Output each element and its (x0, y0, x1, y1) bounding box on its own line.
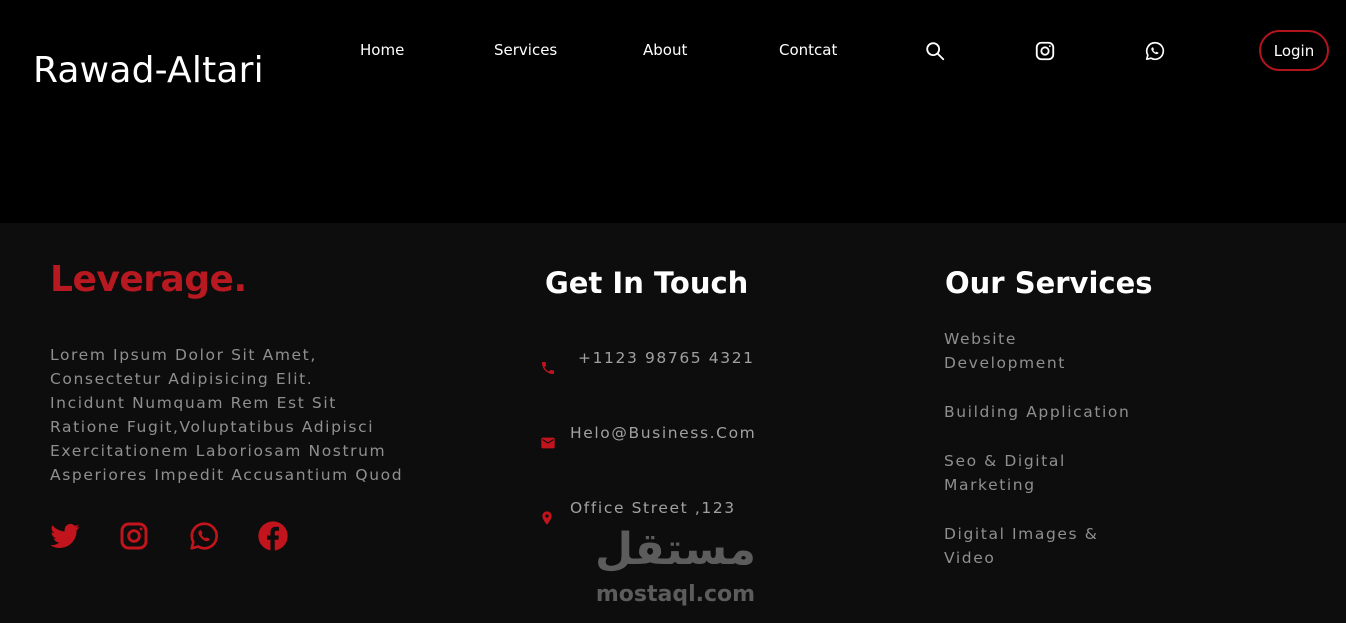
service-line: Building Application (944, 403, 1131, 421)
twitter-icon[interactable] (49, 520, 81, 552)
nav-about-link[interactable]: About (643, 41, 687, 59)
contact-title: Get In Touch (545, 266, 749, 300)
whatsapp-icon[interactable] (1144, 40, 1166, 62)
about-line: Incidunt Numquam Rem Est Sit (50, 394, 337, 412)
nav-contact-link[interactable]: Contcat (779, 41, 837, 59)
service-link-building-application[interactable]: Building Application (944, 400, 1154, 424)
whatsapp-icon[interactable] (188, 520, 220, 552)
about-line: Lorem Ipsum Dolor Sit Amet, (50, 346, 317, 364)
about-line: Exercitationem Laboriosam Nostrum (50, 442, 387, 460)
nav-services-link[interactable]: Services (494, 41, 557, 59)
service-line: Video (944, 549, 996, 567)
service-link-digital-images-video[interactable]: Digital Images & Video (944, 522, 1154, 570)
mostaql-watermark: مستقل mostaql.com (588, 525, 763, 613)
service-link-website-development[interactable]: Website Development (944, 327, 1154, 375)
service-line: Development (944, 354, 1066, 372)
mail-icon (540, 435, 556, 451)
contact-email[interactable]: Helo@Business.Com (570, 424, 756, 442)
facebook-icon[interactable] (257, 520, 289, 552)
service-line: Digital Images & (944, 525, 1099, 543)
service-line: Marketing (944, 476, 1036, 494)
phone-icon (540, 360, 556, 376)
about-line: Ratione Fugit,Voluptatibus Adipisci (50, 418, 375, 436)
footer-logo: Leverage. (50, 259, 247, 300)
login-button[interactable]: Login (1259, 30, 1329, 71)
service-line: Seo & Digital (944, 452, 1066, 470)
watermark-latin-text: mostaql.com (595, 582, 756, 607)
location-pin-icon (539, 510, 555, 526)
brand-name[interactable]: Rawad-Altari (33, 50, 264, 91)
nav-home-link[interactable]: Home (360, 41, 404, 59)
contact-address: Office Street ,123 (570, 499, 736, 517)
instagram-icon[interactable] (118, 520, 150, 552)
services-title: Our Services (945, 266, 1153, 300)
about-line: Asperiores Impedit Accusantium Quod (50, 466, 404, 484)
watermark-arabic-text: مستقل (595, 524, 756, 575)
search-icon[interactable] (924, 40, 946, 62)
service-line: Website (944, 330, 1017, 348)
service-link-seo-digital-marketing[interactable]: Seo & Digital Marketing (944, 449, 1154, 497)
footer-about-text: Lorem Ipsum Dolor Sit Amet, Consectetur … (50, 343, 410, 487)
site-header: Rawad-Altari Home Services About Contcat… (0, 0, 1346, 223)
contact-phone[interactable]: +1123 98765 4321 (578, 349, 755, 367)
instagram-icon[interactable] (1034, 40, 1056, 62)
about-line: Consectetur Adipisicing Elit. (50, 370, 314, 388)
